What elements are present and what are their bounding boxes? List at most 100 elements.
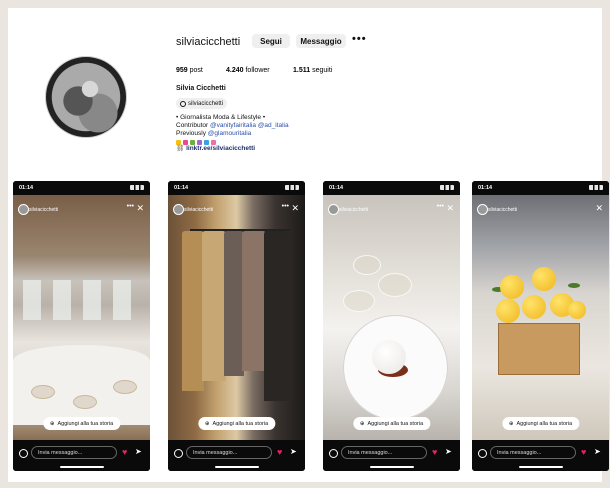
status-icons — [589, 185, 603, 190]
add-to-story-button[interactable]: ⊕ Aggiungi alla tua storia — [501, 417, 580, 430]
more-options-icon[interactable]: ••• — [352, 33, 367, 45]
story-username[interactable]: silviacicchetti — [488, 207, 517, 213]
lemon — [496, 299, 520, 323]
lemon — [522, 295, 546, 319]
status-bar: 01:14 — [168, 181, 305, 195]
add-circle-icon: ⊕ — [204, 420, 210, 427]
story-reply-bar: Invia messaggio... ♥ ➤ — [13, 440, 150, 471]
send-icon[interactable]: ➤ — [594, 447, 601, 456]
add-circle-icon: ⊕ — [49, 420, 55, 427]
bio-tag[interactable]: @vanityfairitalia — [210, 122, 256, 129]
camera-icon[interactable] — [478, 449, 487, 458]
reply-input[interactable]: Invia messaggio... — [31, 446, 117, 459]
send-icon[interactable]: ➤ — [445, 447, 452, 456]
status-bar: 01:14 — [13, 181, 150, 195]
add-circle-icon: ⊕ — [508, 420, 514, 427]
story-card[interactable]: 01:14 silviacicchetti ••• ✕ ⊕ Aggiungi al… — [168, 181, 305, 471]
story-avatar[interactable] — [328, 204, 339, 215]
glass — [343, 290, 375, 312]
window — [53, 280, 71, 320]
link-icon: ⛓ — [176, 144, 185, 152]
glass — [378, 273, 412, 297]
close-icon[interactable]: ✕ — [136, 203, 144, 214]
heart-icon[interactable]: ♥ — [432, 447, 437, 457]
close-icon[interactable]: ✕ — [446, 203, 454, 214]
close-icon[interactable]: ✕ — [291, 203, 299, 214]
plate — [73, 395, 97, 409]
home-indicator — [59, 466, 104, 468]
bio-tag[interactable]: @ad_italia — [258, 122, 289, 129]
camera-icon[interactable] — [19, 449, 28, 458]
bio-line: • Giornalista Moda & Lifestyle • — [176, 114, 266, 121]
camera-icon[interactable] — [174, 449, 183, 458]
camera-icon[interactable] — [329, 449, 338, 458]
home-indicator — [369, 466, 414, 468]
stat-posts: 959 post — [176, 67, 203, 74]
status-icons — [440, 185, 454, 190]
bio-tag[interactable]: @glamouritalia — [208, 130, 251, 137]
profile-avatar[interactable] — [45, 56, 127, 138]
bio-link[interactable]: ⛓ linktr.ee/silviacicchetti — [176, 145, 396, 153]
lemon — [500, 275, 524, 299]
story-username[interactable]: silviacicchetti — [29, 207, 58, 213]
stat-following[interactable]: 1.511 seguiti — [293, 67, 332, 74]
status-bar: 01:14 — [472, 181, 609, 195]
add-to-story-button[interactable]: ⊕ Aggiungi alla tua storia — [42, 417, 121, 430]
story-avatar[interactable] — [477, 204, 488, 215]
message-button[interactable]: Messaggio — [296, 34, 346, 48]
heart-icon[interactable]: ♥ — [277, 447, 282, 457]
heart-icon[interactable]: ♥ — [581, 447, 586, 457]
story-more-icon[interactable]: ••• — [437, 203, 444, 210]
stat-followers[interactable]: 4.240 follower — [226, 67, 270, 74]
glass — [353, 255, 381, 275]
story-more-icon[interactable]: ••• — [127, 203, 134, 210]
story-avatar[interactable] — [173, 204, 184, 215]
bio-line: Contributor @vanityfairitalia @ad_italia — [176, 122, 289, 130]
leaf — [568, 283, 580, 288]
story-reply-bar: Invia messaggio... ♥ ➤ — [472, 440, 609, 471]
profile-bio: • Giornalista Moda & Lifestyle • Contrib… — [176, 114, 396, 153]
profile-username: silviacicchetti — [176, 36, 241, 48]
close-icon[interactable]: ✕ — [595, 203, 603, 214]
add-to-story-button[interactable]: ⊕ Aggiungi alla tua storia — [197, 417, 276, 430]
story-card[interactable]: 01:14 silviacicchetti ✕ ⊕ Aggiungi alla t… — [472, 181, 609, 471]
send-icon[interactable]: ➤ — [135, 447, 142, 456]
story-reply-bar: Invia messaggio... ♥ ➤ — [323, 440, 460, 471]
status-bar: 01:14 — [323, 181, 460, 195]
reply-input[interactable]: Invia messaggio... — [490, 446, 576, 459]
plate — [31, 385, 55, 399]
status-icons — [285, 185, 299, 190]
coat — [264, 231, 292, 401]
coat — [182, 231, 204, 391]
threads-badge[interactable]: silviacicchetti — [176, 98, 228, 109]
add-to-story-button[interactable]: ⊕ Aggiungi alla tua storia — [352, 417, 431, 430]
story-more-icon[interactable]: ••• — [282, 203, 289, 210]
reply-input[interactable]: Invia messaggio... — [341, 446, 427, 459]
lemon — [568, 301, 586, 319]
story-card[interactable]: 01:14 silviacicchetti ••• ✕ ⊕ Aggiungi al… — [323, 181, 460, 471]
reply-input[interactable]: Invia messaggio... — [186, 446, 272, 459]
story-avatar[interactable] — [18, 204, 29, 215]
home-indicator — [214, 466, 259, 468]
bio-line: Previously @glamouritalia — [176, 130, 252, 138]
story-photo — [323, 195, 460, 440]
story-reply-bar: Invia messaggio... ♥ ➤ — [168, 440, 305, 471]
dessert — [372, 340, 406, 374]
status-icons — [130, 185, 144, 190]
lemon — [532, 267, 556, 291]
profile-full-name: Silvia Cicchetti — [176, 85, 226, 92]
heart-icon[interactable]: ♥ — [122, 447, 127, 457]
window — [113, 280, 131, 320]
plate — [113, 380, 137, 394]
window — [23, 280, 41, 320]
follow-button[interactable]: Segui — [252, 34, 290, 48]
send-icon[interactable]: ➤ — [290, 447, 297, 456]
threads-handle: silviacicchetti — [188, 100, 224, 107]
story-photo — [472, 195, 609, 440]
story-card[interactable]: 01:14 silviacicchetti ••• ✕ ⊕ Aggiungi al… — [13, 181, 150, 471]
story-username[interactable]: silviacicchetti — [184, 207, 213, 213]
window — [83, 280, 101, 320]
story-username[interactable]: silviacicchetti — [339, 207, 368, 213]
wooden-crate — [498, 323, 580, 375]
coat — [242, 231, 266, 371]
